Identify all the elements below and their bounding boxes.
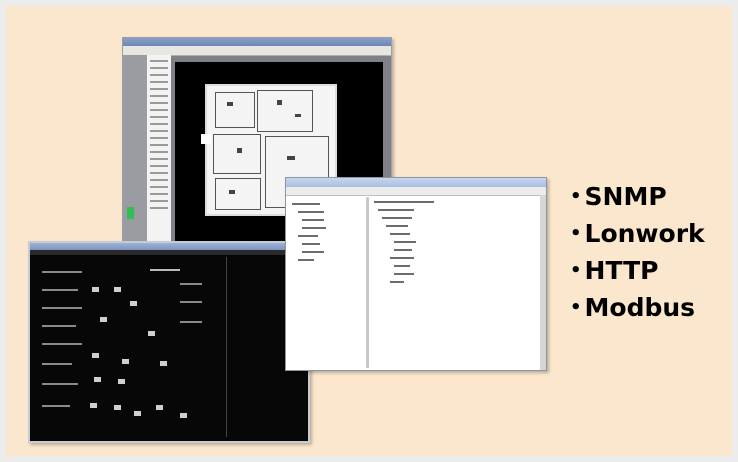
object-tree[interactable] — [147, 55, 171, 251]
tree-browser-window[interactable] — [285, 177, 547, 371]
protocol-label: HTTP — [584, 256, 659, 285]
frame: • SNMP • Lonwork • HTTP • Modbus — [0, 0, 738, 462]
protocol-label: Lonwork — [584, 219, 705, 248]
side-panel — [123, 55, 147, 251]
protocol-list: • SNMP • Lonwork • HTTP • Modbus — [570, 180, 705, 328]
status-indicator — [127, 207, 134, 219]
protocol-item: • Modbus — [570, 291, 705, 328]
bullet: • — [570, 223, 582, 244]
bullet: • — [570, 186, 582, 207]
protocol-label: SNMP — [584, 182, 667, 211]
detail-pane[interactable] — [370, 197, 544, 368]
toolbar[interactable] — [286, 187, 546, 196]
window-title-bar[interactable] — [286, 178, 546, 187]
bullet: • — [570, 297, 582, 318]
protocol-item: • Lonwork — [570, 217, 705, 254]
selection-marker — [201, 134, 211, 144]
protocol-label: Modbus — [584, 293, 696, 322]
window-title-bar[interactable] — [123, 38, 391, 46]
header-strip — [30, 250, 308, 255]
navigation-pane[interactable] — [288, 197, 369, 368]
schematic-window[interactable] — [28, 241, 310, 443]
bullet: • — [570, 260, 582, 281]
protocol-item: • HTTP — [570, 254, 705, 291]
divider — [226, 257, 227, 437]
window-title-bar[interactable] — [30, 243, 308, 250]
scrollbar[interactable] — [540, 195, 546, 370]
protocol-item: • SNMP — [570, 180, 705, 217]
